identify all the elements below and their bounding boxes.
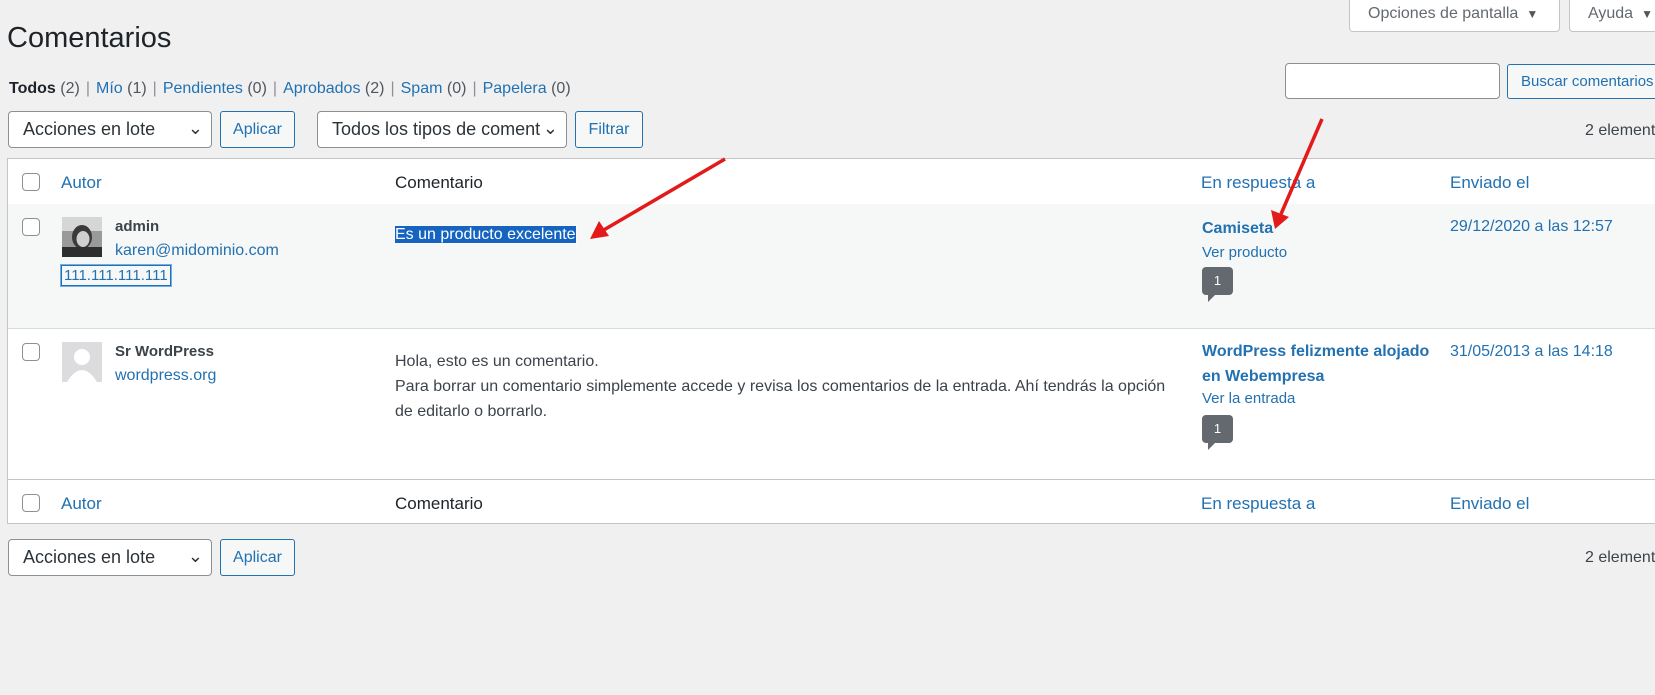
table-header: Autor Comentario En respuesta a Enviado … <box>8 159 1655 205</box>
apply-button[interactable]: Aplicar <box>220 111 295 148</box>
triangle-down-icon: ▼ <box>1641 6 1653 21</box>
column-comment: Comentario <box>395 494 483 513</box>
response-title-line: WordPress felizmente alojado <box>1202 343 1430 360</box>
author-ip-link[interactable]: 111.111.111.111 <box>61 265 171 286</box>
page-title: Comentarios <box>7 22 172 54</box>
chevron-down-icon: ⌄ <box>542 118 558 138</box>
search-comments-button[interactable]: Buscar comentarios <box>1507 64 1655 99</box>
view-pending[interactable]: Pendientes (0) <box>163 80 267 97</box>
author-url-link[interactable]: wordpress.org <box>115 367 216 385</box>
column-date[interactable]: Enviado el <box>1450 173 1529 193</box>
filter-button[interactable]: Filtrar <box>575 111 643 148</box>
view-all[interactable]: Todos (2) <box>9 80 80 97</box>
help-label: Ayuda <box>1588 4 1634 22</box>
column-response[interactable]: En respuesta a <box>1201 494 1315 514</box>
row-checkbox[interactable] <box>22 343 40 361</box>
author-email-link[interactable]: karen@midominio.com <box>115 242 279 260</box>
view-product-link[interactable]: Ver producto <box>1202 244 1287 261</box>
items-count-bottom: 2 elementos <box>1585 549 1655 566</box>
column-author[interactable]: Autor <box>61 173 102 193</box>
comment-type-select[interactable]: Todos los tipos de coment ⌄ <box>317 111 567 148</box>
column-response[interactable]: En respuesta a <box>1201 173 1315 193</box>
comment-text: Hola, esto es un comentario. Para borrar… <box>395 349 1165 424</box>
table-footer: Autor Comentario En respuesta a Enviado … <box>8 479 1655 525</box>
apply-button-bottom[interactable]: Aplicar <box>220 539 295 576</box>
view-entry-link[interactable]: Ver la entrada <box>1202 390 1295 407</box>
view-approved[interactable]: Aprobados (2) <box>283 80 384 97</box>
select-all-checkbox[interactable] <box>22 494 40 512</box>
chevron-down-icon: ⌄ <box>187 118 203 138</box>
comment-line: Hola, esto es un comentario. <box>395 353 599 370</box>
items-count: 2 elementos <box>1585 122 1655 139</box>
column-date[interactable]: Enviado el <box>1450 494 1529 514</box>
comment-date-link[interactable]: 29/12/2020 a las 12:57 <box>1450 218 1613 236</box>
view-trash[interactable]: Papelera (0) <box>483 80 571 97</box>
bulk-actions-value: Acciones en lote <box>23 547 156 567</box>
select-all-checkbox[interactable] <box>22 173 40 191</box>
row-checkbox[interactable] <box>22 218 40 236</box>
triangle-down-icon: ▼ <box>1526 6 1539 21</box>
author-name: Sr WordPress <box>115 343 214 360</box>
column-comment: Comentario <box>395 173 483 192</box>
author-name: admin <box>115 218 160 235</box>
avatar <box>62 342 102 382</box>
table-row: Sr WordPress wordpress.org Hola, esto es… <box>8 328 1655 479</box>
screen-options-button[interactable]: Opciones de pantalla ▼ <box>1349 0 1560 32</box>
view-spam[interactable]: Spam (0) <box>401 80 467 97</box>
comment-line: de editarlo o borrarlo. <box>395 403 548 420</box>
response-title-link[interactable]: Camiseta <box>1202 216 1273 241</box>
comments-table: Autor Comentario En respuesta a Enviado … <box>7 158 1655 524</box>
comment-count-bubble[interactable]: 1 <box>1202 415 1233 450</box>
comment-line: Para borrar un comentario simplemente ac… <box>395 378 1166 395</box>
bulk-actions-select-bottom[interactable]: Acciones en lote ⌄ <box>8 539 212 576</box>
comment-type-value: Todos los tipos de coment <box>332 119 541 139</box>
chevron-down-icon: ⌄ <box>187 546 203 566</box>
search-input[interactable] <box>1285 63 1500 99</box>
comment-date-link[interactable]: 31/05/2013 a las 14:18 <box>1450 343 1613 361</box>
table-row: admin karen@midominio.com 111.111.111.11… <box>8 204 1655 328</box>
comment-text: Es un producto excelente <box>394 222 577 247</box>
column-author[interactable]: Autor <box>61 494 102 514</box>
selected-comment-text: Es un producto excelente <box>394 225 577 244</box>
screen-options-label: Opciones de pantalla <box>1368 4 1519 22</box>
help-button[interactable]: Ayuda ▼ <box>1569 0 1655 32</box>
bulk-actions-value: Acciones en lote <box>23 119 156 139</box>
comment-count-bubble[interactable]: 1 <box>1202 267 1233 302</box>
response-title-line: en Webempresa <box>1202 368 1325 385</box>
bulk-actions-select[interactable]: Acciones en lote ⌄ <box>8 111 212 148</box>
avatar <box>62 217 102 257</box>
status-views: Todos (2) | Mío (1) | Pendientes (0) | Aprobad… <box>9 80 571 97</box>
view-mine[interactable]: Mío (1) <box>96 80 147 97</box>
response-title-link[interactable]: WordPress felizmente alojado en Webempre… <box>1202 339 1429 389</box>
